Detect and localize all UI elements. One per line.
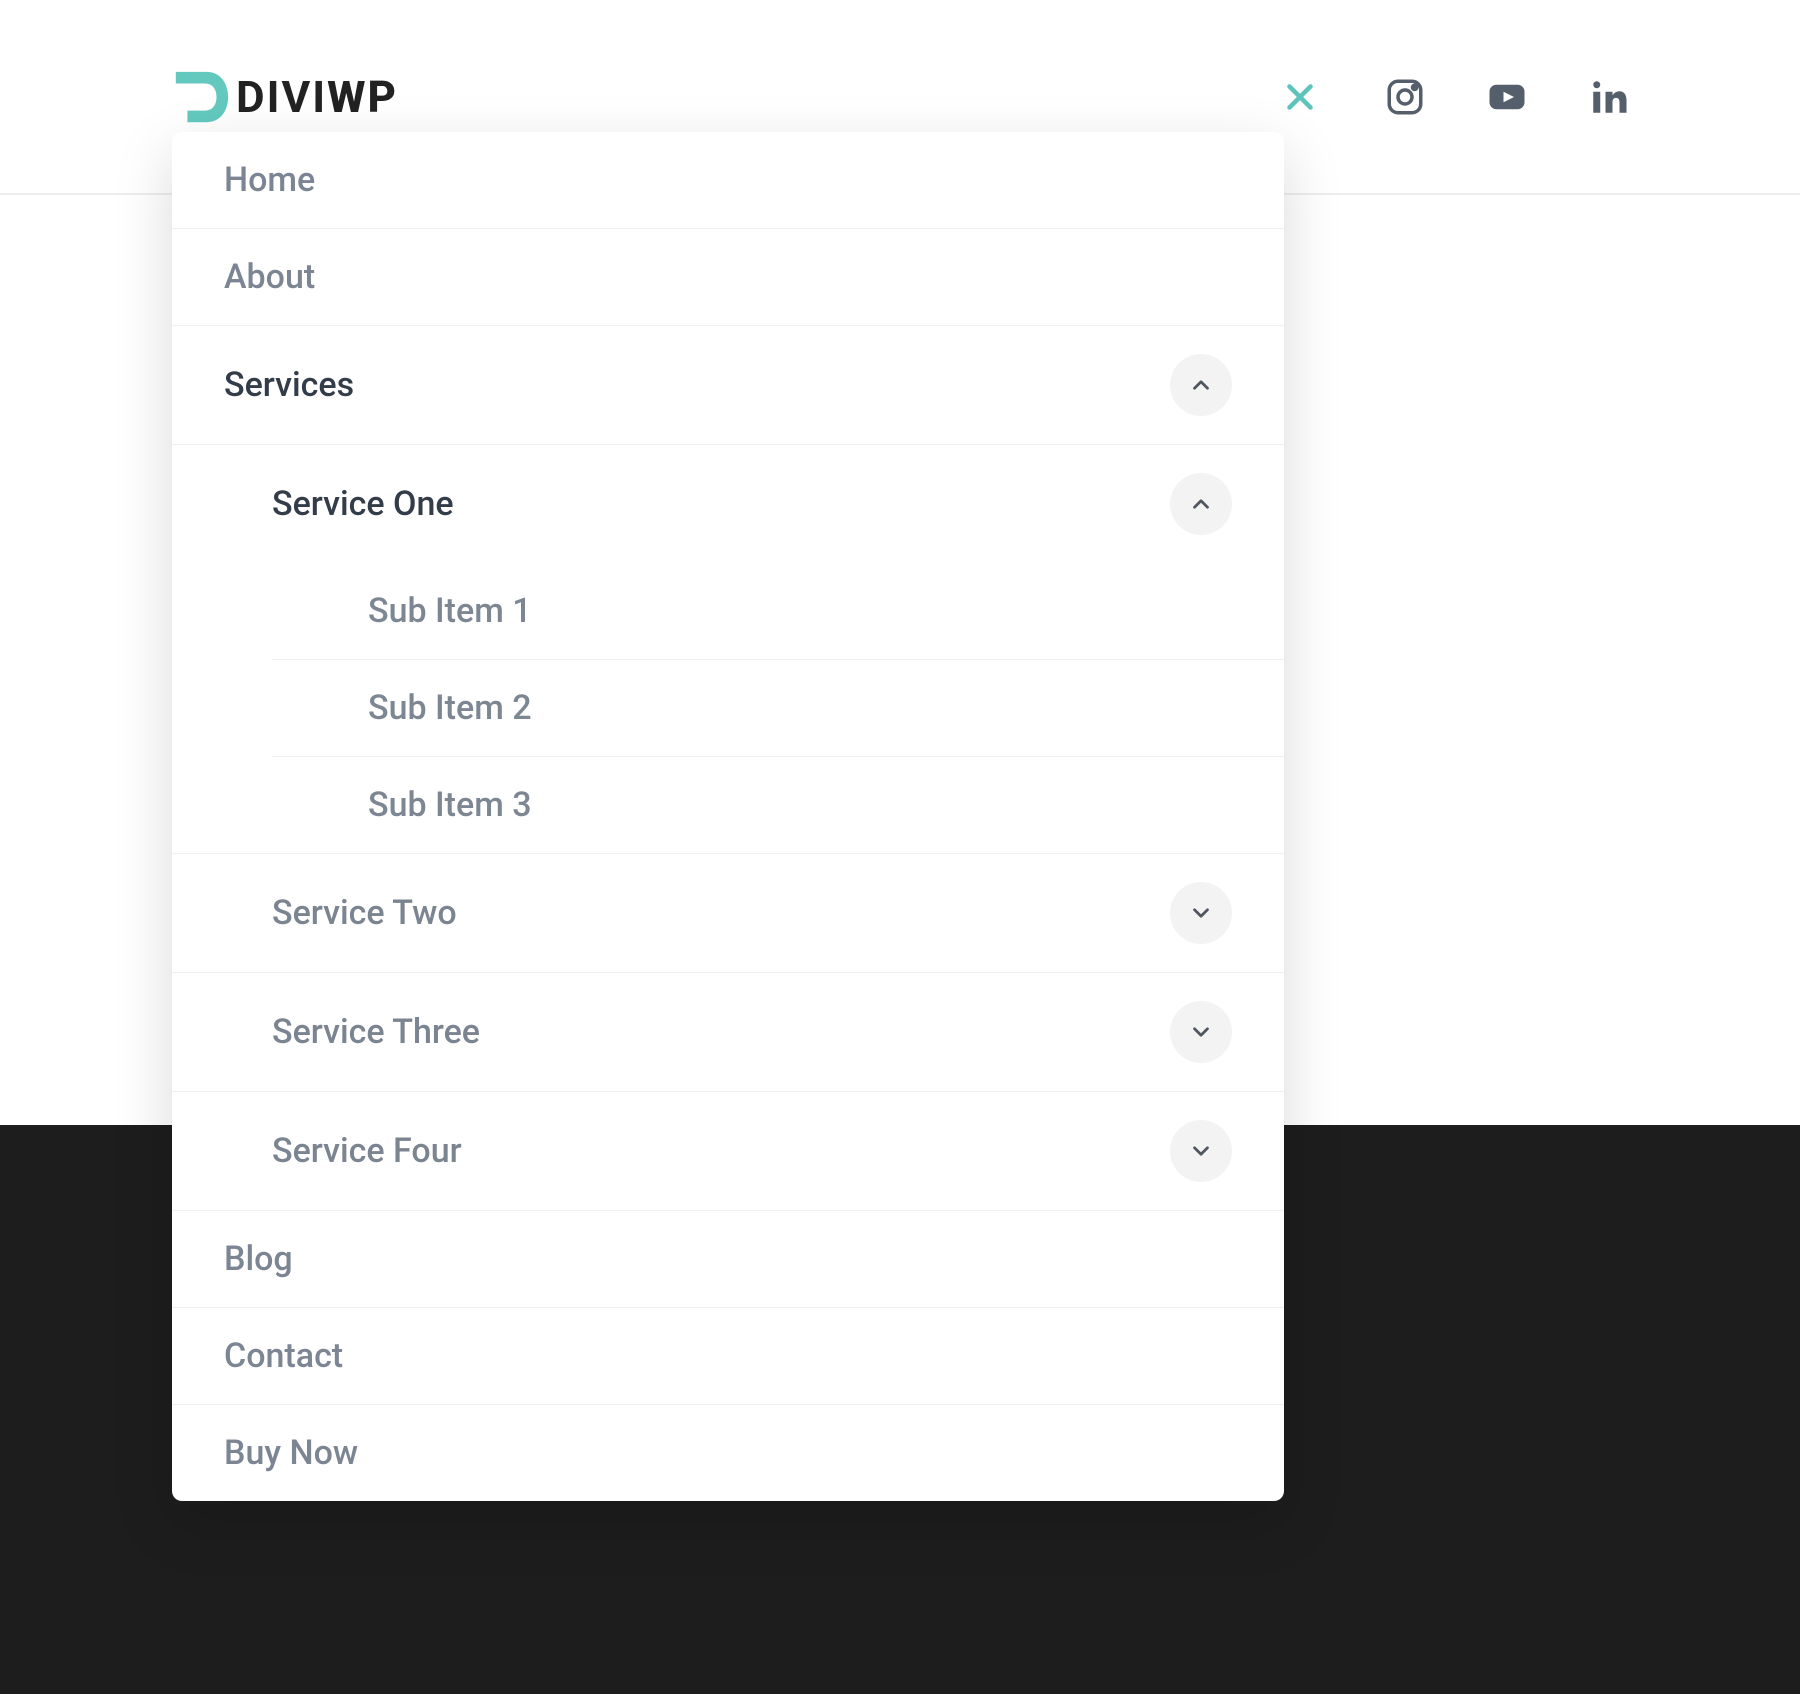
service-one-submenu-wrapper: Sub Item 1 Sub Item 2 Sub Item 3 [172,563,1284,854]
chevron-down-icon[interactable] [1170,1001,1232,1063]
nav-item-label: About [224,257,315,297]
nav-item-blog[interactable]: Blog [172,1211,1284,1308]
chevron-down-icon[interactable] [1170,1120,1232,1182]
nav-item-label: Service Four [272,1131,462,1171]
nav-item-service-three[interactable]: Service Three [172,973,1284,1092]
nav-item-label: Home [224,160,315,200]
logo-text-part1: DIVI [236,71,327,123]
nav-item-label: Blog [224,1239,293,1279]
nav-item-contact[interactable]: Contact [172,1308,1284,1405]
nav-item-sub-3[interactable]: Sub Item 3 [272,757,1284,853]
service-one-submenu: Sub Item 1 Sub Item 2 Sub Item 3 [272,563,1284,853]
nav-item-label: Sub Item 3 [368,785,532,825]
nav-item-label: Service One [272,484,454,524]
header-actions [1280,76,1630,118]
services-submenu: Service One Sub Item 1 Sub Item 2 Sub It… [172,445,1284,1211]
nav-item-label: Sub Item 1 [368,591,532,631]
nav-item-about[interactable]: About [172,229,1284,326]
nav-item-label: Services [224,365,354,405]
nav-item-sub-1[interactable]: Sub Item 1 [272,563,1284,660]
nav-item-buy-now[interactable]: Buy Now [172,1405,1284,1501]
chevron-up-icon[interactable] [1170,473,1232,535]
chevron-up-icon[interactable] [1170,354,1232,416]
youtube-icon[interactable] [1486,76,1528,118]
chevron-down-icon[interactable] [1170,882,1232,944]
nav-item-home[interactable]: Home [172,132,1284,229]
nav-item-label: Service Three [272,1012,480,1052]
close-icon[interactable] [1280,77,1320,117]
logo[interactable]: DIVIWP [170,66,398,128]
nav-menu-panel: Home About Services Service One Sub Item… [172,132,1284,1501]
nav-item-label: Buy Now [224,1433,358,1473]
nav-item-service-four[interactable]: Service Four [172,1092,1284,1210]
nav-item-services[interactable]: Services [172,326,1284,445]
nav-item-label: Contact [224,1336,343,1376]
social-icons [1384,76,1630,118]
logo-text: DIVIWP [236,71,398,123]
nav-item-label: Sub Item 2 [368,688,532,728]
logo-icon [170,66,232,128]
nav-item-service-one[interactable]: Service One [172,445,1284,563]
nav-item-sub-2[interactable]: Sub Item 2 [272,660,1284,757]
logo-text-part2: WP [327,71,398,123]
linkedin-icon[interactable] [1588,76,1630,118]
instagram-icon[interactable] [1384,76,1426,118]
nav-item-service-two[interactable]: Service Two [172,854,1284,973]
nav-item-label: Service Two [272,893,457,933]
